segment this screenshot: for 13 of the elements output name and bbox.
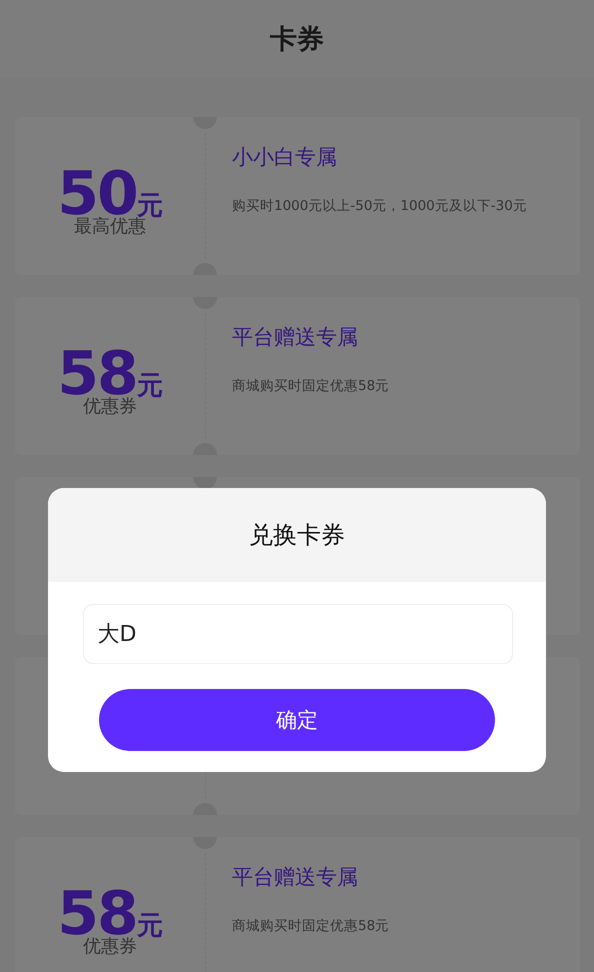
code-input-field[interactable]: 大D (82, 604, 512, 664)
coupon-title: 平台赠送专属 (232, 864, 358, 891)
currency-unit: 元 (136, 373, 163, 399)
coupon-description: 商城购买时固定优惠58元 (232, 917, 390, 935)
page-title: 卡券 (270, 23, 324, 57)
currency-unit: 元 (136, 913, 163, 939)
coupon-description: 购买时1000元以上-50元，1000元及以下-30元 (232, 197, 527, 215)
dialog-title: 兑换卡券 (249, 520, 345, 551)
coupon-title: 小小白专属 (232, 144, 337, 171)
coupon-title: 平台赠送专属 (232, 324, 358, 351)
currency-unit: 元 (136, 193, 163, 219)
coupon-description: 商城购买时固定优惠58元 (232, 377, 390, 395)
confirm-button[interactable]: 确定 (99, 689, 495, 751)
